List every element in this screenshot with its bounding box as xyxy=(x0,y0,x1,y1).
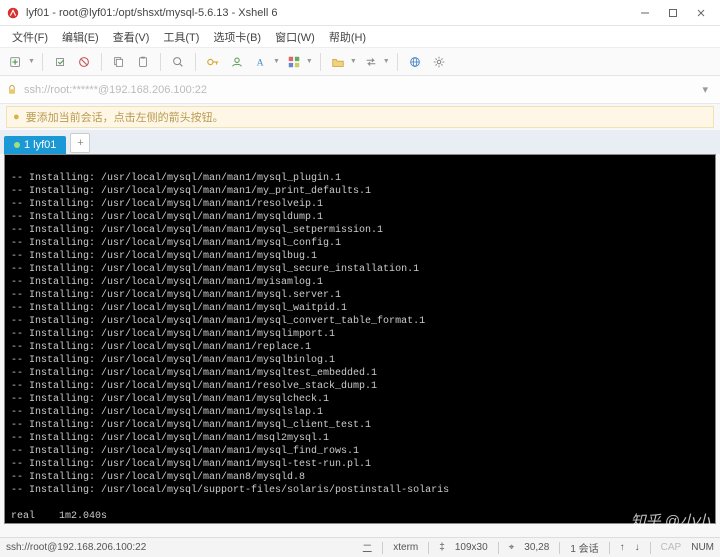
folder-icon[interactable] xyxy=(328,52,348,72)
app-icon xyxy=(6,6,20,20)
key-icon[interactable] xyxy=(203,52,223,72)
copy-button[interactable] xyxy=(109,52,129,72)
separator xyxy=(650,542,651,554)
paste-button[interactable] xyxy=(133,52,153,72)
infobar-text: 要添加当前会话，点击左侧的箭头按钮。 xyxy=(26,109,224,125)
status-encoding: 二 xyxy=(362,540,372,555)
infobar: ● 要添加当前会话，点击左侧的箭头按钮。 xyxy=(6,106,714,128)
status-size: 109x30 xyxy=(455,542,488,553)
window-controls xyxy=(632,3,714,23)
maximize-button[interactable] xyxy=(660,3,686,23)
tab-session-1[interactable]: 1 lyf01 xyxy=(4,136,66,154)
transfer-icon[interactable] xyxy=(361,52,381,72)
status-dot-icon xyxy=(14,142,20,148)
close-button[interactable] xyxy=(688,3,714,23)
tabbar: 1 lyf01 + xyxy=(0,130,720,154)
new-session-button[interactable] xyxy=(6,52,26,72)
dropdown-caret-icon[interactable]: ▼ xyxy=(28,58,35,65)
disconnect-button[interactable] xyxy=(74,52,94,72)
dropdown-caret-icon[interactable]: ▼ xyxy=(273,58,280,65)
separator xyxy=(42,53,43,71)
separator xyxy=(160,53,161,71)
statusbar: ssh://root@192.168.206.100:22 二 xterm ‡ … xyxy=(0,537,720,557)
separator xyxy=(101,53,102,71)
separator xyxy=(498,542,499,554)
addressbar: ssh://root:******@192.168.206.100:22 ▾ xyxy=(0,76,720,104)
color-icon[interactable] xyxy=(284,52,304,72)
separator xyxy=(320,53,321,71)
status-pos-icon: ⌖ xyxy=(509,542,515,553)
separator xyxy=(382,542,383,554)
add-tab-button[interactable]: + xyxy=(70,133,90,153)
reconnect-button[interactable] xyxy=(50,52,70,72)
menu-tools[interactable]: 工具(T) xyxy=(157,27,205,47)
menu-help[interactable]: 帮助(H) xyxy=(323,27,372,47)
status-conn: ssh://root@192.168.206.100:22 xyxy=(6,542,146,553)
separator xyxy=(397,53,398,71)
settings-icon[interactable] xyxy=(429,52,449,72)
toolbar: ▼ A ▼ ▼ ▼ ▼ xyxy=(0,48,720,76)
separator xyxy=(195,53,196,71)
status-pos: 30,28 xyxy=(524,542,549,553)
separator xyxy=(559,542,560,554)
search-button[interactable] xyxy=(168,52,188,72)
menu-tabs[interactable]: 选项卡(B) xyxy=(207,27,267,47)
menu-window[interactable]: 窗口(W) xyxy=(269,27,321,47)
plus-icon: + xyxy=(77,137,83,149)
tab-label: 1 lyf01 xyxy=(24,139,56,151)
status-num: NUM xyxy=(691,542,714,553)
status-cap: CAP xyxy=(661,542,682,553)
dropdown-caret-icon[interactable]: ▼ xyxy=(383,58,390,65)
network-down-icon: ↓ xyxy=(635,542,640,553)
address-text[interactable]: ssh://root:******@192.168.206.100:22 xyxy=(24,84,690,96)
font-icon[interactable]: A xyxy=(251,52,271,72)
menu-view[interactable]: 查看(V) xyxy=(107,27,156,47)
menu-file[interactable]: 文件(F) xyxy=(6,27,54,47)
terminal[interactable]: -- Installing: /usr/local/mysql/man/man1… xyxy=(4,154,716,524)
terminal-output: -- Installing: /usr/local/mysql/man/man1… xyxy=(11,172,709,524)
dropdown-caret-icon[interactable]: ▼ xyxy=(350,58,357,65)
status-parity-icon: ‡ xyxy=(439,542,445,553)
svg-text:A: A xyxy=(257,57,264,68)
lock-icon xyxy=(6,84,18,96)
globe-icon[interactable] xyxy=(405,52,425,72)
dropdown-caret-icon[interactable]: ▼ xyxy=(306,58,313,65)
menubar: 文件(F) 编辑(E) 查看(V) 工具(T) 选项卡(B) 窗口(W) 帮助(… xyxy=(0,26,720,48)
status-sessions: 1 会话 xyxy=(570,540,598,555)
status-term: xterm xyxy=(393,542,418,553)
separator xyxy=(428,542,429,554)
titlebar: lyf01 - root@lyf01:/opt/shsxt/mysql-5.6.… xyxy=(0,0,720,26)
minimize-button[interactable] xyxy=(632,3,658,23)
menu-edit[interactable]: 编辑(E) xyxy=(56,27,105,47)
address-dropdown-icon[interactable]: ▾ xyxy=(696,83,714,96)
window-title: lyf01 - root@lyf01:/opt/shsxt/mysql-5.6.… xyxy=(26,7,632,19)
network-up-icon: ↑ xyxy=(620,542,625,553)
users-icon[interactable] xyxy=(227,52,247,72)
info-icon: ● xyxy=(13,111,20,123)
separator xyxy=(609,542,610,554)
